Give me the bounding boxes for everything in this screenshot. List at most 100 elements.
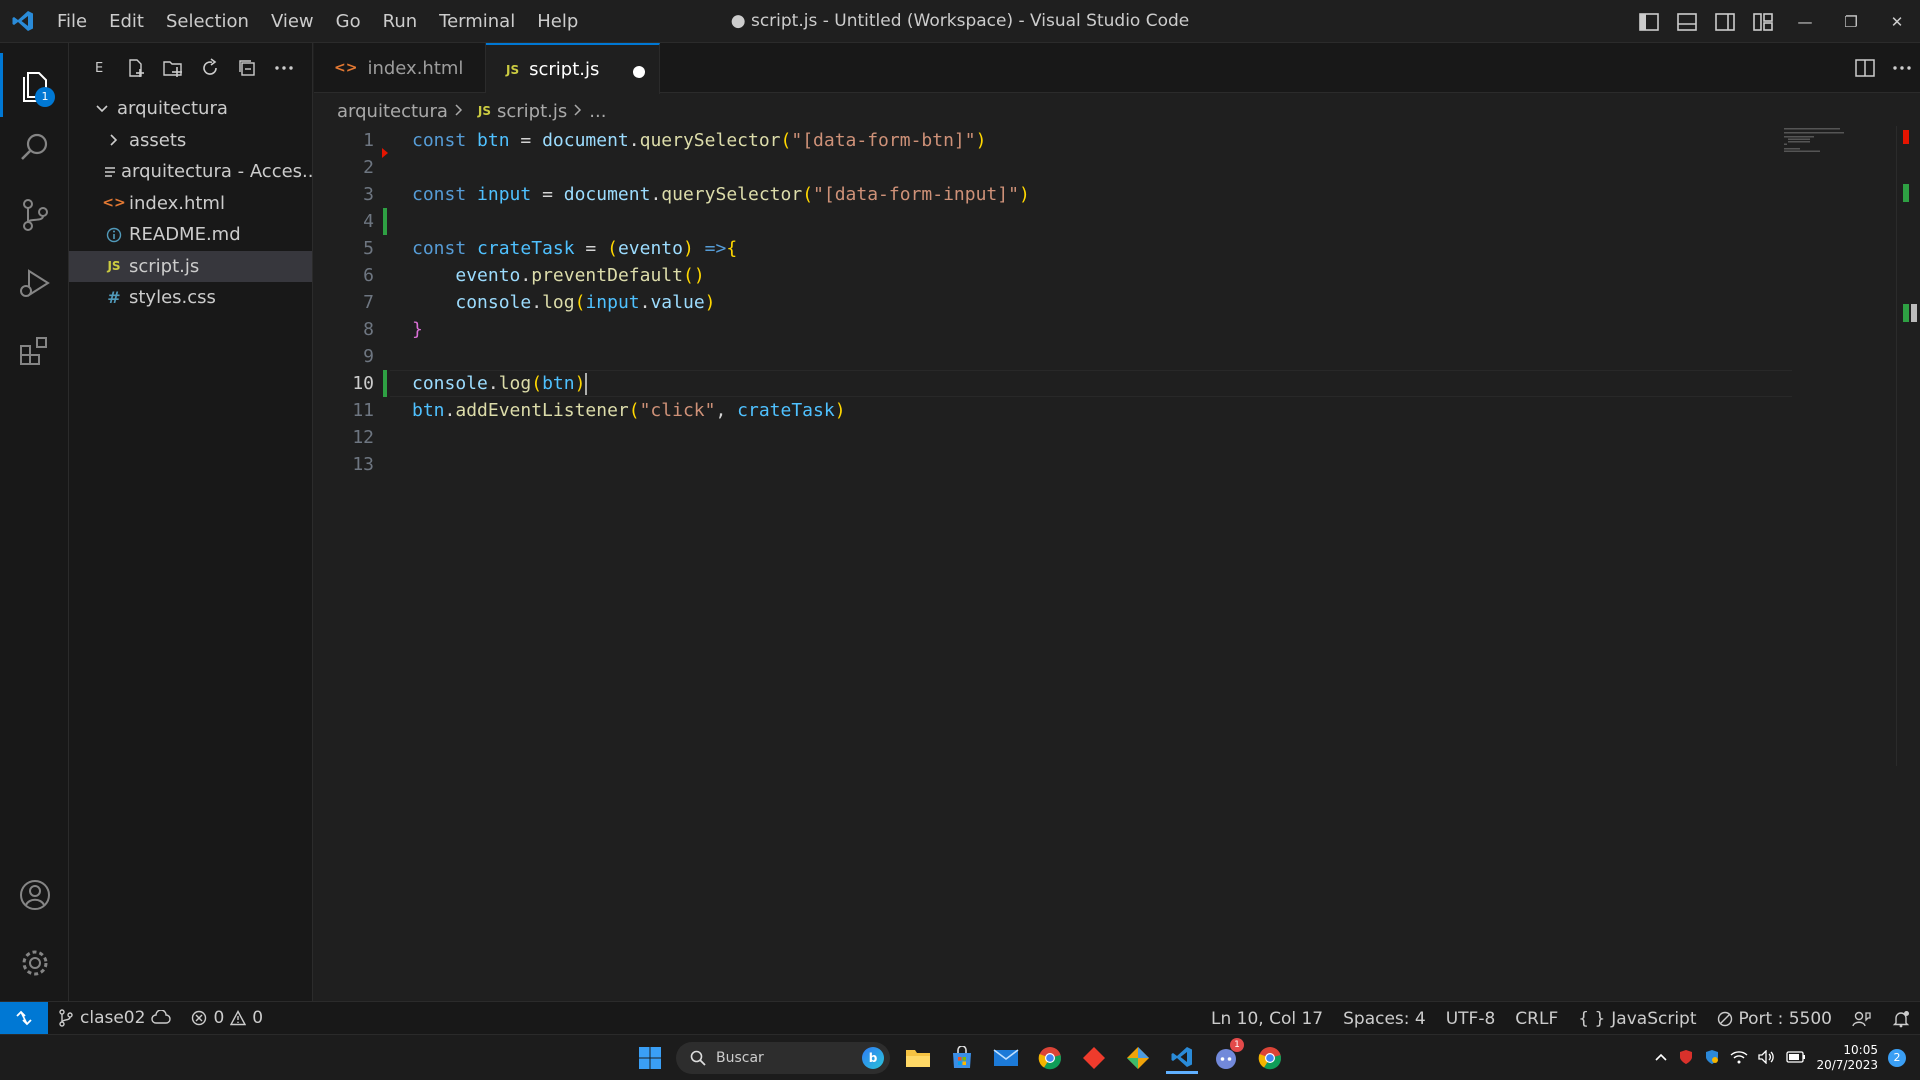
- code-line: console.log(btn): [412, 373, 588, 395]
- breadcrumb-more[interactable]: ...: [589, 101, 606, 122]
- tree-folder-arquitectura[interactable]: arquitectura: [69, 93, 312, 125]
- language-mode[interactable]: { } JavaScript: [1568, 1002, 1706, 1035]
- chevron-right-icon: [573, 101, 583, 122]
- menu-file[interactable]: File: [46, 0, 98, 43]
- run-debug-icon[interactable]: [0, 251, 69, 315]
- chevron-up-icon[interactable]: [1654, 1051, 1668, 1065]
- tab-label: index.html: [367, 57, 464, 79]
- explorer-sidebar: E arquitectura assets arquitectura - Acc…: [69, 43, 313, 1001]
- tree-folder-assets[interactable]: assets: [69, 125, 312, 157]
- explorer-icon[interactable]: 1: [0, 53, 69, 117]
- customize-layout-icon[interactable]: [1744, 0, 1782, 43]
- chevron-down-icon: [91, 102, 113, 116]
- tree-item-label: README.md: [129, 224, 241, 246]
- tree-file-index-html[interactable]: <> index.html: [69, 188, 312, 220]
- accounts-icon[interactable]: [0, 863, 69, 927]
- bing-icon[interactable]: b: [862, 1047, 884, 1069]
- git-tool-icon[interactable]: [1122, 1042, 1154, 1074]
- branch-status[interactable]: clase02: [48, 1002, 181, 1035]
- js-breadcrumb-icon: JS: [477, 104, 491, 118]
- menu-edit[interactable]: Edit: [98, 0, 155, 43]
- app-diamond-icon[interactable]: [1078, 1042, 1110, 1074]
- file-explorer-icon[interactable]: [902, 1042, 934, 1074]
- notifications-bell-icon[interactable]: [1882, 1002, 1920, 1035]
- breadcrumb-file[interactable]: script.js: [497, 101, 567, 122]
- tree-item-label: styles.css: [129, 287, 216, 309]
- minimap[interactable]: [1780, 126, 1850, 166]
- menu-terminal[interactable]: Terminal: [428, 0, 526, 43]
- refresh-icon[interactable]: [191, 53, 228, 83]
- toggle-secondary-sidebar-icon[interactable]: [1706, 0, 1744, 43]
- wifi-icon[interactable]: [1730, 1050, 1748, 1067]
- menu-go[interactable]: Go: [325, 0, 372, 43]
- manage-gear-icon[interactable]: [0, 931, 69, 995]
- search-icon[interactable]: [0, 115, 69, 179]
- taskbar-search-input[interactable]: Buscar b: [676, 1042, 890, 1074]
- vscode-logo-icon: [0, 0, 46, 43]
- indentation[interactable]: Spaces: 4: [1333, 1002, 1436, 1035]
- lines-file-icon: [103, 165, 117, 179]
- code-line: const crateTask = (evento) =>{: [412, 238, 738, 259]
- html-file-icon: <>: [102, 195, 126, 212]
- remote-indicator-icon[interactable]: [0, 1001, 48, 1035]
- line-number: 4: [363, 211, 374, 232]
- code-editor[interactable]: 1 2 3 4 5 6 7 8 9 10 11 12 13 const btn …: [314, 126, 1920, 1001]
- line-number: 7: [363, 292, 374, 313]
- feedback-icon[interactable]: [1842, 1002, 1882, 1035]
- menu-selection[interactable]: Selection: [155, 0, 260, 43]
- code-line: }: [412, 319, 423, 340]
- clock-time: 10:05: [1843, 1043, 1878, 1057]
- collapse-all-icon[interactable]: [228, 53, 265, 83]
- tree-file-workspace[interactable]: arquitectura - Acces...: [69, 156, 312, 188]
- problems-status[interactable]: 0 0: [181, 1002, 273, 1035]
- mail-icon[interactable]: [990, 1042, 1022, 1074]
- windows-start-icon[interactable]: [634, 1042, 666, 1074]
- git-added-gutter-marker: [383, 370, 387, 397]
- breadcrumb-folder[interactable]: arquitectura: [337, 101, 448, 122]
- clock[interactable]: 10:05 20/7/2023: [1816, 1043, 1878, 1073]
- battery-icon[interactable]: [1786, 1050, 1806, 1066]
- more-actions-icon[interactable]: [265, 53, 302, 83]
- end-of-line[interactable]: CRLF: [1505, 1002, 1568, 1035]
- close-icon[interactable]: ✕: [1874, 0, 1920, 43]
- restore-icon[interactable]: ❐: [1828, 0, 1874, 43]
- encoding[interactable]: UTF-8: [1436, 1002, 1506, 1035]
- new-file-icon[interactable]: [117, 53, 154, 83]
- microsoft-store-icon[interactable]: [946, 1042, 978, 1074]
- notification-count-badge[interactable]: 2: [1888, 1049, 1906, 1067]
- defender-icon[interactable]: [1704, 1049, 1720, 1068]
- tab-script-js[interactable]: JS script.js: [486, 43, 660, 94]
- tree-file-readme[interactable]: README.md: [69, 219, 312, 251]
- cursor-position[interactable]: Ln 10, Col 17: [1201, 1002, 1333, 1035]
- minimize-icon[interactable]: —: [1782, 0, 1828, 43]
- discord-icon[interactable]: 1: [1210, 1038, 1244, 1074]
- volume-icon[interactable]: [1758, 1048, 1776, 1067]
- git-branch-icon: [59, 1009, 73, 1027]
- line-number: 11: [352, 400, 374, 421]
- new-folder-icon[interactable]: [154, 53, 191, 83]
- unsaved-dot-icon[interactable]: [633, 66, 645, 78]
- tree-file-script-js[interactable]: JS script.js: [69, 250, 312, 282]
- toggle-primary-sidebar-icon[interactable]: [1630, 0, 1668, 43]
- vertical-scrollbar[interactable]: [1896, 126, 1920, 766]
- tree-file-styles-css[interactable]: # styles.css: [69, 282, 312, 314]
- shield-icon[interactable]: [1678, 1049, 1694, 1068]
- chrome-icon[interactable]: [1254, 1042, 1286, 1074]
- toggle-panel-icon[interactable]: [1668, 0, 1706, 43]
- extensions-icon[interactable]: [0, 319, 69, 383]
- chrome-icon[interactable]: [1034, 1042, 1066, 1074]
- split-editor-icon[interactable]: [1846, 47, 1883, 90]
- tab-index-html[interactable]: <> index.html: [314, 43, 486, 93]
- source-control-icon[interactable]: [0, 183, 69, 247]
- line-number: 8: [363, 319, 374, 340]
- live-server-port[interactable]: Port : 5500: [1707, 1002, 1843, 1035]
- line-number: 12: [352, 427, 374, 448]
- discord-badge: 1: [1230, 1038, 1244, 1052]
- editor-more-actions-icon[interactable]: [1883, 47, 1920, 90]
- menu-run[interactable]: Run: [372, 0, 429, 43]
- menu-view[interactable]: View: [260, 0, 325, 43]
- line-number: 9: [363, 346, 374, 367]
- menu-help[interactable]: Help: [526, 0, 589, 43]
- vscode-taskbar-icon[interactable]: [1166, 1042, 1198, 1074]
- search-icon: [690, 1050, 706, 1066]
